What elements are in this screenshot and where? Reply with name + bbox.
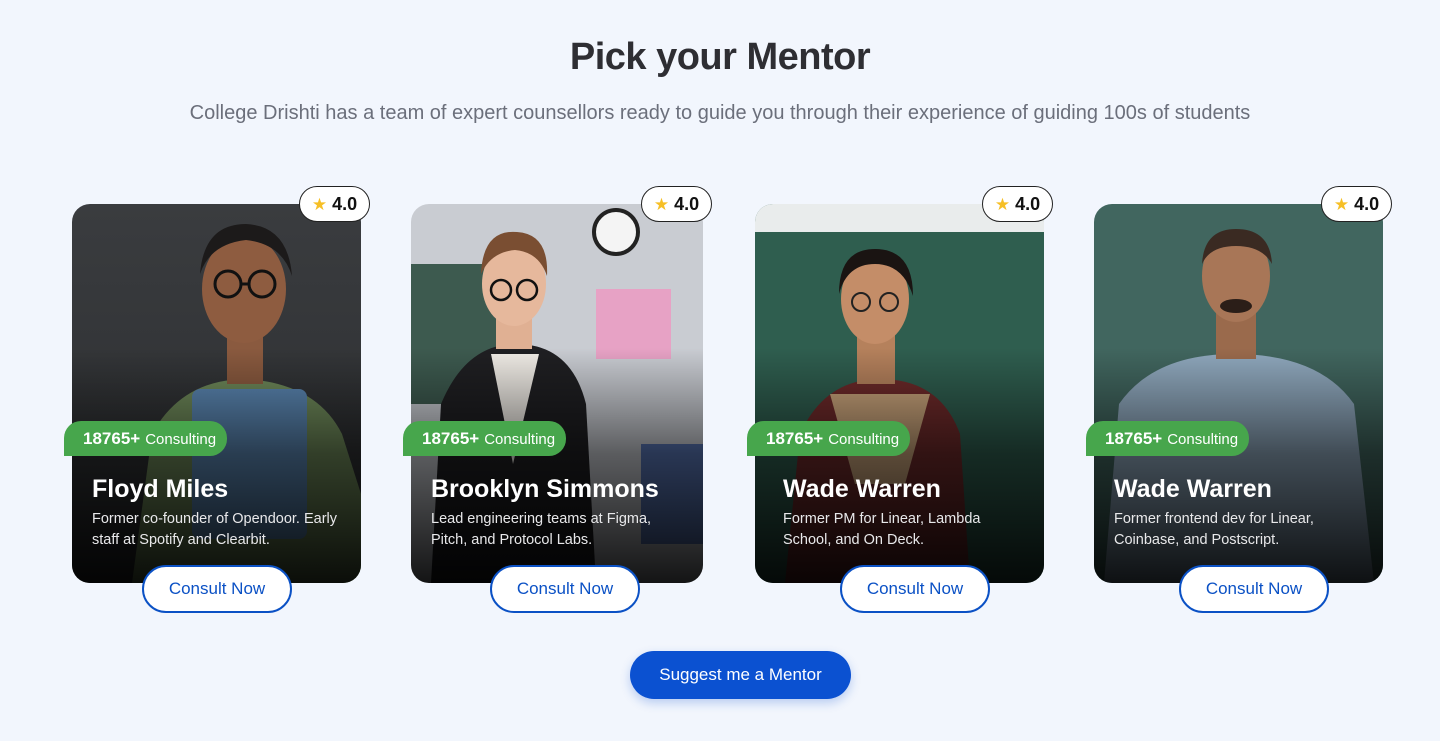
consulting-count: 18765+	[83, 429, 141, 448]
star-icon: ★	[653, 194, 670, 214]
rating-value: 4.0	[332, 193, 358, 214]
consulting-label: Consulting	[484, 431, 556, 448]
suggest-mentor-button[interactable]: Suggest me a Mentor	[630, 651, 851, 699]
star-icon: ★	[1333, 194, 1350, 214]
rating-value: 4.0	[1354, 193, 1380, 214]
star-icon: ★	[311, 194, 328, 214]
consult-now-button[interactable]: Consult Now	[840, 565, 990, 613]
consulting-badge: 18765+ Consulting	[747, 421, 911, 456]
consulting-badge: 18765+ Consulting	[64, 421, 228, 456]
consulting-count: 18765+	[1105, 429, 1163, 448]
mentor-description: Lead engineering teams at Figma, Pitch, …	[431, 511, 652, 548]
page-subtitle: College Drishti has a team of expert cou…	[189, 102, 1251, 124]
consulting-label: Consulting	[145, 431, 217, 448]
consulting-label: Consulting	[828, 431, 900, 448]
rating-badge: ★ 4.0	[982, 186, 1053, 222]
mentor-description: Former co-founder of Opendoor. Early sta…	[92, 511, 338, 548]
mentor-description: Former frontend dev for Linear, Coinbase…	[1114, 511, 1314, 548]
rating-badge: ★ 4.0	[1321, 186, 1392, 222]
rating-value: 4.0	[674, 193, 700, 214]
consult-now-button[interactable]: Consult Now	[490, 565, 640, 613]
consult-now-button[interactable]: Consult Now	[1179, 565, 1329, 613]
mentor-description: Former PM for Linear, Lambda School, and…	[783, 511, 981, 548]
mentor-name: Wade Warren	[1114, 475, 1272, 503]
page-title: Pick your Mentor	[569, 36, 871, 78]
mentor-name: Brooklyn Simmons	[431, 475, 659, 503]
mentor-name: Wade Warren	[783, 475, 941, 503]
consulting-badge: 18765+ Consulting	[403, 421, 567, 456]
mentor-card[interactable]: ★ 4.0 18765+ Consulting Wade Warren Form…	[1086, 186, 1392, 613]
mentor-card[interactable]: ★ 4.0 18765+ Consulting Wade Warren Form…	[747, 186, 1053, 613]
mentor-section: Pick your Mentor College Drishti has a t…	[0, 0, 1440, 741]
consulting-count: 18765+	[766, 429, 824, 448]
rating-badge: ★ 4.0	[299, 186, 370, 222]
mentor-card[interactable]: ★ 4.0 18765+ Consulting Brooklyn Simmons…	[403, 186, 712, 613]
consult-now-button[interactable]: Consult Now	[142, 565, 292, 613]
consulting-badge: 18765+ Consulting	[1086, 421, 1250, 456]
consulting-count: 18765+	[422, 429, 480, 448]
rating-badge: ★ 4.0	[641, 186, 712, 222]
star-icon: ★	[994, 194, 1011, 214]
rating-value: 4.0	[1015, 193, 1041, 214]
mentor-card[interactable]: ★ 4.0 18765+ Consulting Floyd Miles Form…	[64, 186, 370, 613]
consulting-label: Consulting	[1167, 431, 1239, 448]
mentor-name: Floyd Miles	[92, 475, 229, 503]
